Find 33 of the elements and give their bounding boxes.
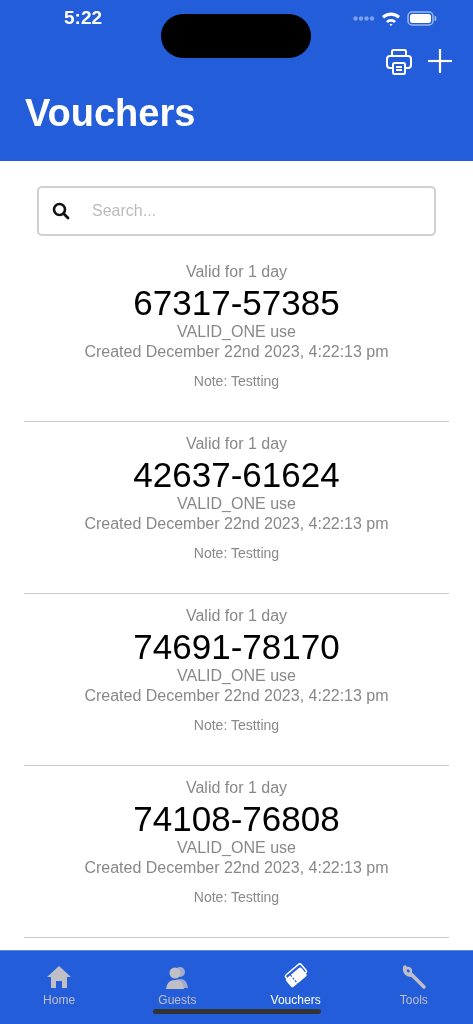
battery-icon [407, 10, 437, 26]
voucher-note: Note: Testting [193, 888, 280, 906]
validity-text: Valid for 1 day [185, 434, 288, 454]
page-title: Vouchers [24, 94, 196, 132]
usage-text: VALID_ONE use [177, 494, 296, 514]
created-date: Created December 22nd 2023, 4:22:13 pm [84, 342, 389, 362]
voucher-code: 42637-61624 [133, 454, 340, 496]
voucher-note: Note: Testting [193, 544, 280, 562]
search-icon [52, 202, 70, 220]
signal-icon [353, 15, 375, 21]
validity-text: Valid for 1 day [185, 262, 288, 282]
voucher-code: 74691-78170 [133, 626, 340, 668]
wifi-icon [381, 10, 401, 26]
voucher-row[interactable]: Valid for 1 day 67317-57385 VALID_ONE use Created December 22nd 2023, 4:22:13 pm Note: Testting [24, 250, 449, 422]
voucher-note: Note: Testting [193, 372, 280, 390]
created-date: Created December 22nd 2023, 4:22:13 pm [84, 514, 389, 534]
add-button[interactable] [427, 48, 453, 76]
search-field[interactable]: Search... [37, 186, 436, 236]
voucher-note: Note: Testting [193, 716, 280, 734]
validity-text: Valid for 1 day [185, 606, 288, 626]
created-date: Created December 22nd 2023, 4:22:13 pm [84, 686, 389, 706]
usage-text: VALID_ONE use [177, 666, 296, 686]
voucher-row[interactable]: Valid for 1 day 74108-76808 VALID_ONE use Created December 22nd 2023, 4:22:13 pm Note: Testting [24, 766, 449, 938]
usage-text: VALID_ONE use [177, 838, 296, 858]
voucher-row[interactable]: Valid for 1 day 42637-61624 VALID_ONE use Created December 22nd 2023, 4:22:13 pm Note: Testting [24, 422, 449, 594]
voucher-row[interactable]: Valid for 1 day 74691-78170 VALID_ONE use Created December 22nd 2023, 4:22:13 pm Note: Testting [24, 594, 449, 766]
voucher-code: 67317-57385 [133, 282, 340, 324]
created-date: Created December 22nd 2023, 4:22:13 pm [84, 858, 389, 878]
print-button[interactable] [385, 48, 413, 76]
status-time: 5:22 [64, 7, 103, 29]
voucher-code: 74108-76808 [133, 798, 340, 840]
usage-text: VALID_ONE use [177, 322, 296, 342]
validity-text: Valid for 1 day [185, 778, 288, 798]
